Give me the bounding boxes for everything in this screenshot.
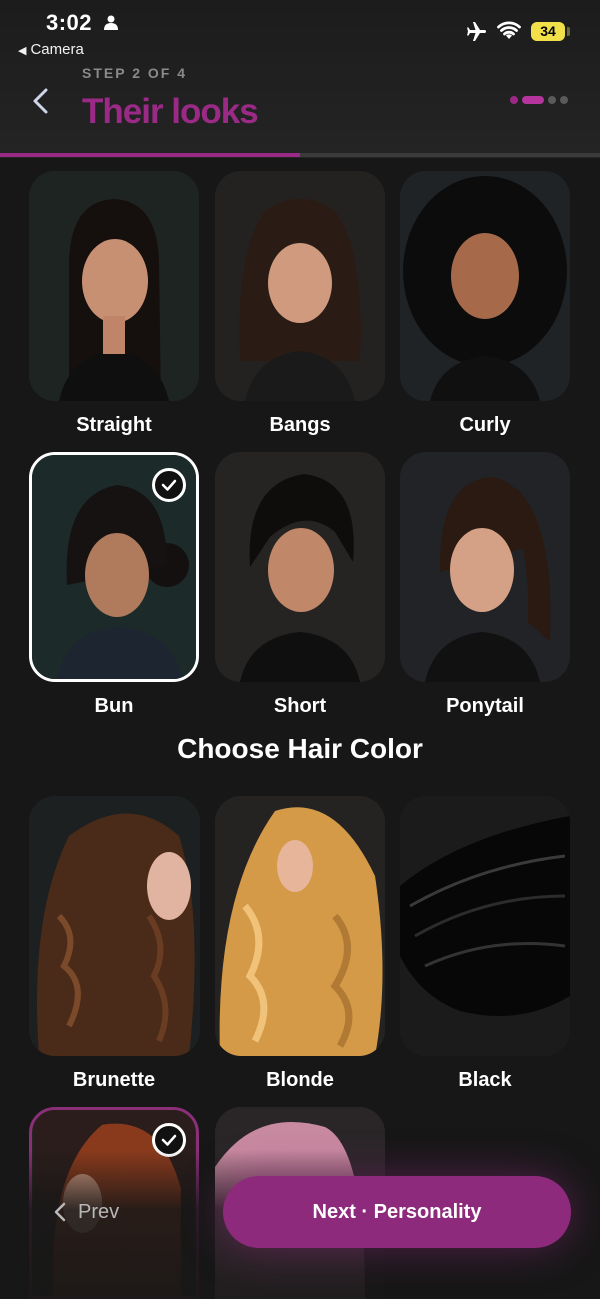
prev-label: Prev (78, 1200, 120, 1223)
color-tile-brunette[interactable] (29, 796, 200, 1056)
color-label: Brunette (72, 1069, 156, 1091)
style-tile-bangs[interactable] (215, 171, 385, 401)
step-dot (548, 96, 556, 104)
style-label: Short (273, 695, 327, 717)
person-icon (104, 15, 118, 30)
back-triangle-icon: ◀ (18, 45, 27, 57)
ponytail-hair-photo (400, 452, 570, 682)
prev-button[interactable]: Prev (52, 1194, 119, 1230)
style-tile-ponytail[interactable] (400, 452, 570, 682)
black-hair-photo (400, 796, 570, 1056)
progress-fill (0, 153, 300, 157)
chevron-left-icon (54, 1202, 66, 1222)
color-label: Blonde (266, 1069, 334, 1091)
step-dots (510, 95, 568, 105)
style-label: Ponytail (446, 695, 524, 717)
style-tile-short[interactable] (215, 452, 385, 682)
page-title: Their looks (82, 92, 259, 131)
color-label: Black (458, 1069, 512, 1091)
back-app-label: Camera (30, 41, 84, 58)
step-dot-active (522, 96, 544, 104)
step-dot (510, 96, 518, 104)
style-tile-bun[interactable] (29, 452, 199, 682)
style-label: Straight (76, 414, 152, 436)
brunette-hair-photo (29, 796, 200, 1056)
step-indicator: STEP 2 OF 4 (82, 65, 187, 81)
style-label: Bun (94, 695, 134, 717)
color-tile-blonde[interactable] (215, 796, 385, 1056)
hair-color-section-title: Choose Hair Color (177, 733, 423, 764)
battery-tip (567, 27, 570, 36)
battery-level: 34 (531, 22, 565, 41)
status-time: 3:02 (46, 10, 93, 35)
style-label: Curly (459, 414, 511, 436)
curly-hair-photo (400, 171, 570, 401)
wifi-icon (497, 21, 521, 39)
airplane-mode-icon (467, 22, 486, 41)
style-tile-curly[interactable] (400, 171, 570, 401)
style-tile-straight[interactable] (29, 171, 199, 401)
next-button[interactable]: Next · Personality (223, 1176, 571, 1248)
blonde-hair-photo (215, 796, 385, 1056)
color-tile-black[interactable] (400, 796, 570, 1056)
straight-hair-photo (29, 171, 199, 401)
bangs-hair-photo (215, 171, 385, 401)
style-label: Bangs (269, 414, 331, 436)
selected-check-icon (152, 468, 186, 502)
back-chevron-icon[interactable] (28, 86, 54, 116)
step-dot (560, 96, 568, 104)
short-hair-photo (215, 452, 385, 682)
progress-bar (0, 153, 600, 157)
back-to-app-link[interactable]: ◀ Camera (18, 41, 84, 58)
